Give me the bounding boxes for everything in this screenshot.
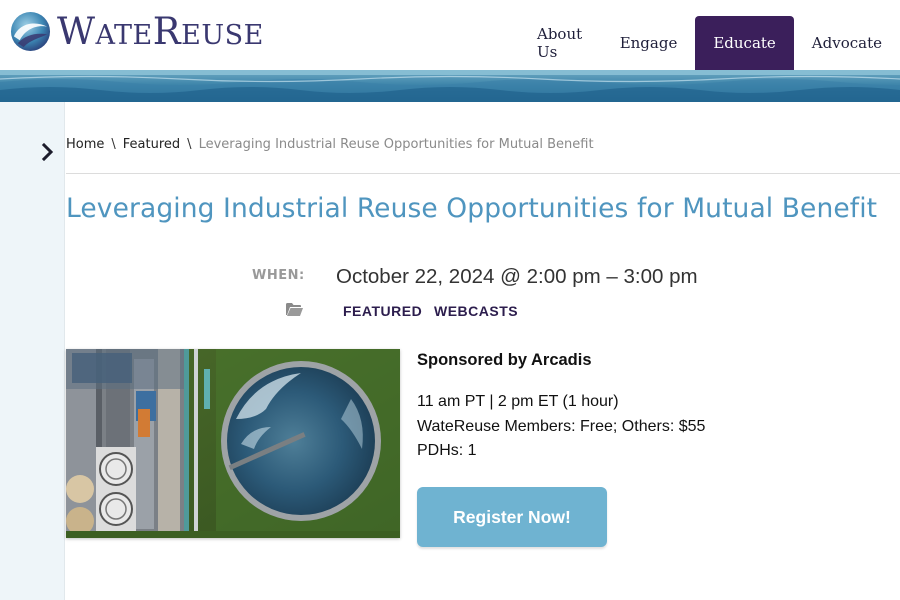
breadcrumb-featured[interactable]: Featured bbox=[123, 137, 180, 152]
watereuse-logo[interactable]: W ATE R EUSE bbox=[10, 9, 264, 53]
event-image bbox=[66, 349, 400, 538]
page-title: Leveraging Industrial Reuse Opportunitie… bbox=[66, 193, 878, 224]
folder-icon bbox=[286, 303, 303, 316]
event-datetime: October 22, 2024 @ 2:00 pm – 3:00 pm bbox=[336, 265, 698, 288]
breadcrumb: Home \ Featured \ Leveraging Industrial … bbox=[66, 137, 594, 152]
left-sidebar bbox=[0, 102, 65, 600]
breadcrumb-current: Leveraging Industrial Reuse Opportunitie… bbox=[198, 137, 594, 152]
water-banner bbox=[0, 70, 900, 102]
logo-wordmark: W ATE R EUSE bbox=[57, 9, 264, 53]
category-featured[interactable]: FEATURED bbox=[343, 303, 422, 319]
sponsor-text: Sponsored by Arcadis bbox=[417, 351, 592, 369]
nav-engage[interactable]: Engage bbox=[602, 16, 696, 70]
event-pdh-info: PDHs: 1 bbox=[417, 442, 477, 459]
event-price-info: WateReuse Members: Free; Others: $55 bbox=[417, 417, 706, 435]
register-button[interactable]: Register Now! bbox=[417, 487, 607, 547]
logo-swirl-icon bbox=[10, 11, 51, 51]
when-label: WHEN: bbox=[252, 268, 305, 283]
main-nav: About Us Engage Educate Advocate bbox=[519, 16, 900, 70]
site-header: W ATE R EUSE About Us Engage Educate Advoca… bbox=[0, 0, 900, 70]
nav-advocate[interactable]: Advocate bbox=[794, 16, 900, 70]
chevron-right-icon[interactable] bbox=[41, 143, 55, 161]
event-time-info: 11 am PT | 2 pm ET (1 hour) bbox=[417, 393, 619, 410]
nav-about-us[interactable]: About Us bbox=[519, 16, 602, 70]
water-texture bbox=[0, 70, 900, 102]
category-webcasts[interactable]: WEBCASTS bbox=[434, 303, 518, 319]
breadcrumb-separator: \ bbox=[111, 137, 116, 152]
event-details: Sponsored by Arcadis 11 am PT | 2 pm ET … bbox=[417, 351, 705, 464]
divider bbox=[66, 173, 900, 174]
aerial-treatment-plant-image bbox=[66, 349, 400, 538]
nav-educate[interactable]: Educate bbox=[695, 16, 794, 70]
breadcrumb-separator: \ bbox=[187, 137, 192, 152]
breadcrumb-home[interactable]: Home bbox=[66, 137, 104, 152]
